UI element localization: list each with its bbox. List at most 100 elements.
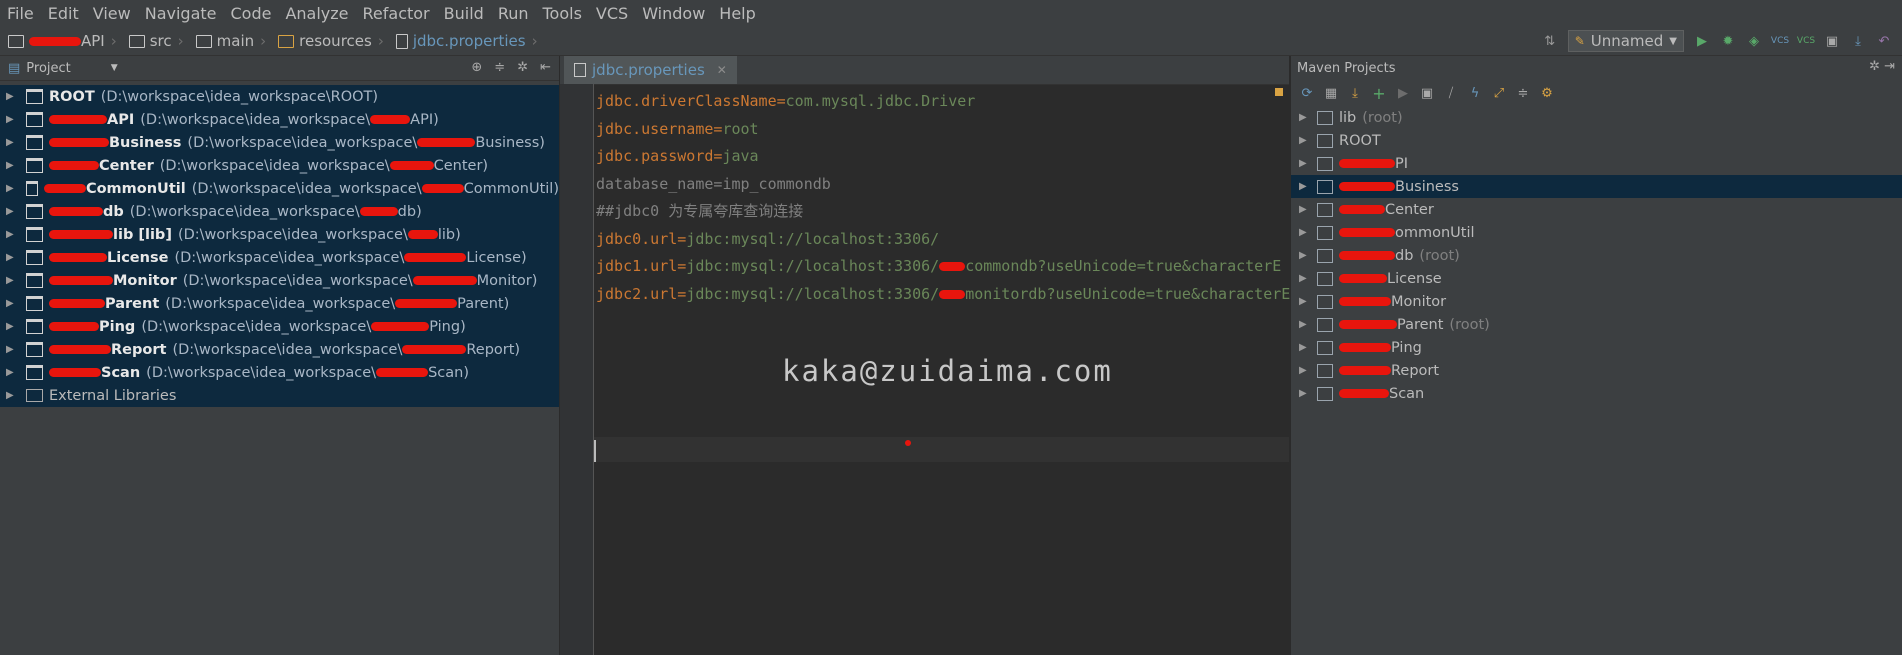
expand-arrow-icon[interactable]: ▶ [6,229,14,240]
expand-arrow-icon[interactable]: ▶ [1299,250,1307,261]
expand-arrow-icon[interactable]: ▶ [6,206,14,217]
expand-arrow-icon[interactable]: ▶ [6,390,14,401]
expand-arrow-icon[interactable]: ▶ [1299,204,1307,215]
maven-project-item[interactable]: ▶ Ping [1291,336,1902,359]
run-icon[interactable]: ▶ [1694,33,1710,49]
expand-arrow-icon[interactable]: ▶ [6,160,14,171]
project-panel-title[interactable]: Project [26,61,70,76]
expand-arrow-icon[interactable]: ▶ [6,252,14,263]
expand-arrow-icon[interactable]: ▶ [1299,296,1307,307]
tree-item[interactable]: ▶ db (D:\workspace\idea_workspace\ db) [0,200,559,223]
maven-project-item[interactable]: ▶ Scan [1291,382,1902,405]
maven-project-item[interactable]: ▶ Business [1291,175,1902,198]
maven-project-item[interactable]: ▶ Parent (root) [1291,313,1902,336]
menu-item-navigate[interactable]: Navigate [138,4,224,23]
generate-sources-icon[interactable]: ▦ [1323,85,1339,101]
expand-arrow-icon[interactable]: ▶ [6,344,14,355]
coverage-icon[interactable]: ◈ [1746,33,1762,49]
chevron-down-icon[interactable]: ▼ [111,63,118,73]
breadcrumb-main[interactable]: main › [188,32,270,50]
expand-arrow-icon[interactable]: ▶ [1299,388,1307,399]
refresh-icon[interactable]: ⟳ [1299,85,1315,101]
vcs-commit-icon[interactable]: VCS [1797,33,1815,49]
menu-item-code[interactable]: Code [224,4,279,23]
menu-item-vcs[interactable]: VCS [589,4,635,23]
code-line[interactable]: jdbc.driverClassName=com.mysql.jdbc.Driv… [596,88,1290,116]
expand-arrow-icon[interactable]: ▶ [1299,273,1307,284]
code-line[interactable]: jdbc.password=java [596,143,1290,171]
expand-arrow-icon[interactable]: ▶ [6,114,14,125]
tree-item[interactable]: ▶ Monitor (D:\workspace\idea_workspace\ Mon… [0,269,559,292]
maven-project-item[interactable]: ▶ License [1291,267,1902,290]
revert-icon[interactable]: ↶ [1876,33,1892,49]
menu-item-analyze[interactable]: Analyze [278,4,355,23]
expand-arrow-icon[interactable]: ▶ [1299,135,1307,146]
show-dependencies-icon[interactable]: ⤢ [1491,85,1507,101]
menu-item-tools[interactable]: Tools [536,4,589,23]
expand-arrow-icon[interactable]: ▶ [1299,319,1307,330]
breadcrumb-project[interactable]: API › [0,32,121,50]
close-icon[interactable]: ✕ [717,63,727,77]
expand-arrow-icon[interactable]: ▶ [6,183,14,194]
run-icon[interactable]: ▶ [1395,85,1411,101]
maven-project-item[interactable]: ▶ Center [1291,198,1902,221]
settings-icon[interactable]: ⚙ [1539,85,1555,101]
tree-item[interactable]: ▶ API (D:\workspace\idea_workspace\ API) [0,108,559,131]
menu-item-window[interactable]: Window [635,4,712,23]
tree-item[interactable]: ▶ Center (D:\workspace\idea_workspace\ Cent… [0,154,559,177]
tree-item[interactable]: ▶ License (D:\workspace\idea_workspace\ Lic… [0,246,559,269]
expand-arrow-icon[interactable]: ▶ [1299,342,1307,353]
history-icon[interactable]: ⤓ [1850,33,1866,49]
expand-arrow-icon[interactable]: ▶ [6,275,14,286]
menu-item-refactor[interactable]: Refactor [356,4,437,23]
expand-arrow-icon[interactable]: ▶ [6,298,14,309]
menu-item-view[interactable]: View [86,4,138,23]
collapse-all-icon[interactable]: ≑ [1515,85,1531,101]
tree-item[interactable]: ▶ Parent (D:\workspace\idea_workspace\ Pare… [0,292,559,315]
vcs-update-icon[interactable]: VCS [1771,33,1789,49]
breadcrumb-resources[interactable]: resources › [270,32,388,50]
build-icon[interactable]: ⇅ [1542,33,1558,49]
download-icon[interactable]: ⤓ [1347,85,1363,101]
tree-item[interactable]: ▶ Ping (D:\workspace\idea_workspace\ Ping) [0,315,559,338]
code-line[interactable]: database_name=imp_commondb [596,171,1290,199]
menu-item-file[interactable]: File [0,4,41,23]
code-line[interactable]: jdbc.username=root [596,116,1290,144]
compare-icon[interactable]: ▣ [1824,33,1840,49]
breadcrumb-src[interactable]: src › [121,32,188,50]
expand-arrow-icon[interactable]: ▶ [1299,365,1307,376]
collapse-all-icon[interactable]: ≑ [494,60,505,75]
tree-item[interactable]: ▶ lib [lib] (D:\workspace\idea_workspace\ l… [0,223,559,246]
hide-panel-icon[interactable]: ⇤ [540,60,551,75]
menu-item-help[interactable]: Help [712,4,762,23]
expand-arrow-icon[interactable]: ▶ [1299,158,1307,169]
menu-item-build[interactable]: Build [437,4,491,23]
maven-goal-icon[interactable]: ▣ [1419,85,1435,101]
maven-project-item[interactable]: ▶ PI [1291,152,1902,175]
tree-item[interactable]: ▶ External Libraries [0,384,559,407]
code-line[interactable]: jdbc1.url=jdbc:mysql://localhost:3306/co… [596,253,1290,281]
maven-project-item[interactable]: ▶ lib (root) [1291,106,1902,129]
breadcrumb-file[interactable]: jdbc.properties › [388,32,542,50]
run-configuration-select[interactable]: ✎ Unnamed ▼ [1567,30,1684,52]
gear-icon[interactable]: ✲ ⇥ [1869,59,1895,74]
expand-arrow-icon[interactable]: ▶ [1299,227,1307,238]
expand-arrow-icon[interactable]: ▶ [6,367,14,378]
debug-icon[interactable]: ✹ [1720,33,1736,49]
expand-arrow-icon[interactable]: ▶ [1299,112,1307,123]
code-line[interactable]: jdbc2.url=jdbc:mysql://localhost:3306/mo… [596,281,1290,309]
expand-arrow-icon[interactable]: ▶ [6,91,14,102]
code-line[interactable]: jdbc0.url=jdbc:mysql://localhost:3306/ [596,226,1290,254]
maven-project-item[interactable]: ▶ ROOT [1291,129,1902,152]
add-icon[interactable]: + [1371,84,1387,103]
maven-project-item[interactable]: ▶ Monitor [1291,290,1902,313]
code-content[interactable]: jdbc.driverClassName=com.mysql.jdbc.Driv… [596,88,1290,308]
maven-project-item[interactable]: ▶ Report [1291,359,1902,382]
maven-project-item[interactable]: ▶ db (root) [1291,244,1902,267]
expand-arrow-icon[interactable]: ▶ [6,137,14,148]
tree-item[interactable]: ▶ Scan (D:\workspace\idea_workspace\ Scan) [0,361,559,384]
code-line[interactable]: ##jdbc0 为专属夸库查询连接 [596,198,1290,226]
tree-item[interactable]: ▶ Business (D:\workspace\idea_workspace\ Bu… [0,131,559,154]
gear-icon[interactable]: ✲ [517,60,528,75]
maven-project-item[interactable]: ▶ ommonUtil [1291,221,1902,244]
